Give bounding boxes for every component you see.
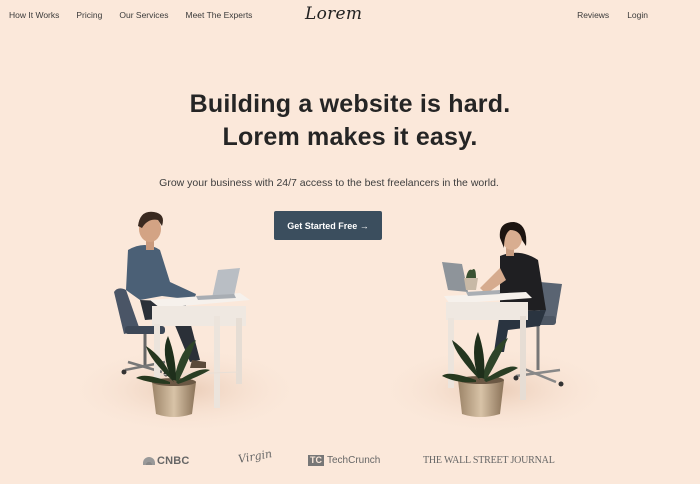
techcrunch-logo: TC TechCrunch — [308, 455, 380, 466]
peacock-icon — [143, 457, 155, 466]
right-person — [480, 222, 546, 352]
cnbc-logo: CNBC — [143, 455, 190, 467]
wsj-logo: THE WALL STREET JOURNAL — [423, 455, 555, 466]
hero-illustration — [65, 211, 615, 435]
press-logos: CNBC Virgin TC TechCrunch THE WALL STREET… — [0, 447, 700, 472]
cnbc-text: CNBC — [157, 455, 190, 467]
tc-icon: TC — [308, 455, 324, 466]
techcrunch-text: TechCrunch — [327, 455, 381, 467]
